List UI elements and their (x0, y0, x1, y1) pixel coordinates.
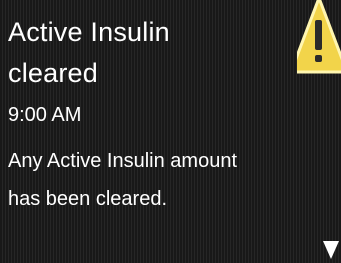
alert-message: Any Active Insulin amount has been clear… (8, 142, 328, 218)
alert-title-line-1: Active Insulin (8, 17, 170, 47)
alert-title: Active Insulin cleared (8, 12, 170, 94)
scroll-down-arrow-icon[interactable] (323, 239, 339, 261)
warning-triangle-icon (297, 0, 341, 74)
alert-time: 9:00 AM (8, 104, 82, 126)
alert-screen: Active Insulin cleared 9:00 AM Any Activ… (0, 0, 341, 263)
alert-message-line-1: Any Active Insulin amount (8, 150, 238, 172)
alert-message-line-2: has been cleared. (8, 188, 168, 210)
alert-title-line-2: cleared (8, 58, 98, 88)
